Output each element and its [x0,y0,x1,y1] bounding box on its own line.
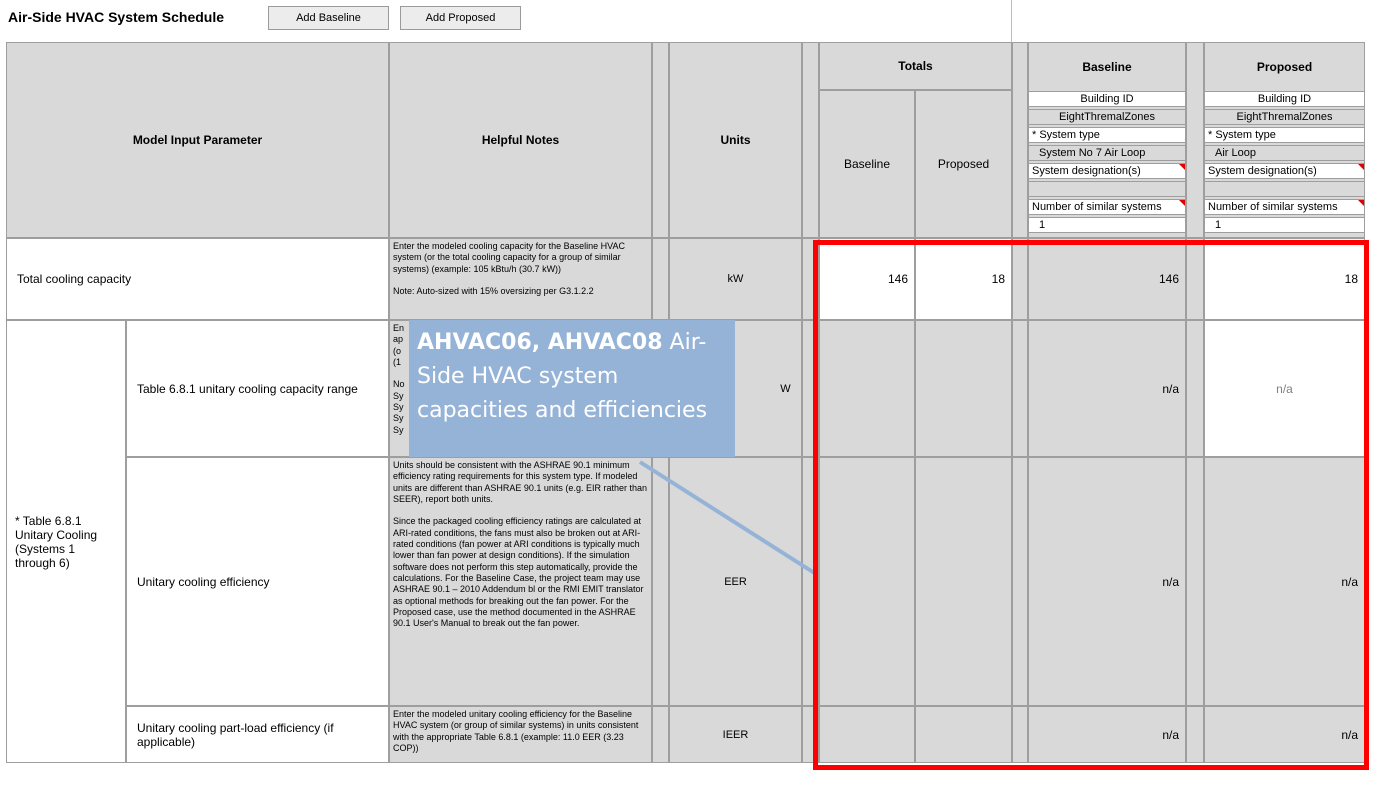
highlight-box [813,240,1369,770]
connector-line [638,460,818,576]
callout-annotation: AHVAC06, AHVAC08 Air-Side HVAC system ca… [409,320,735,457]
callout-codes: AHVAC06, AHVAC08 [417,330,663,355]
